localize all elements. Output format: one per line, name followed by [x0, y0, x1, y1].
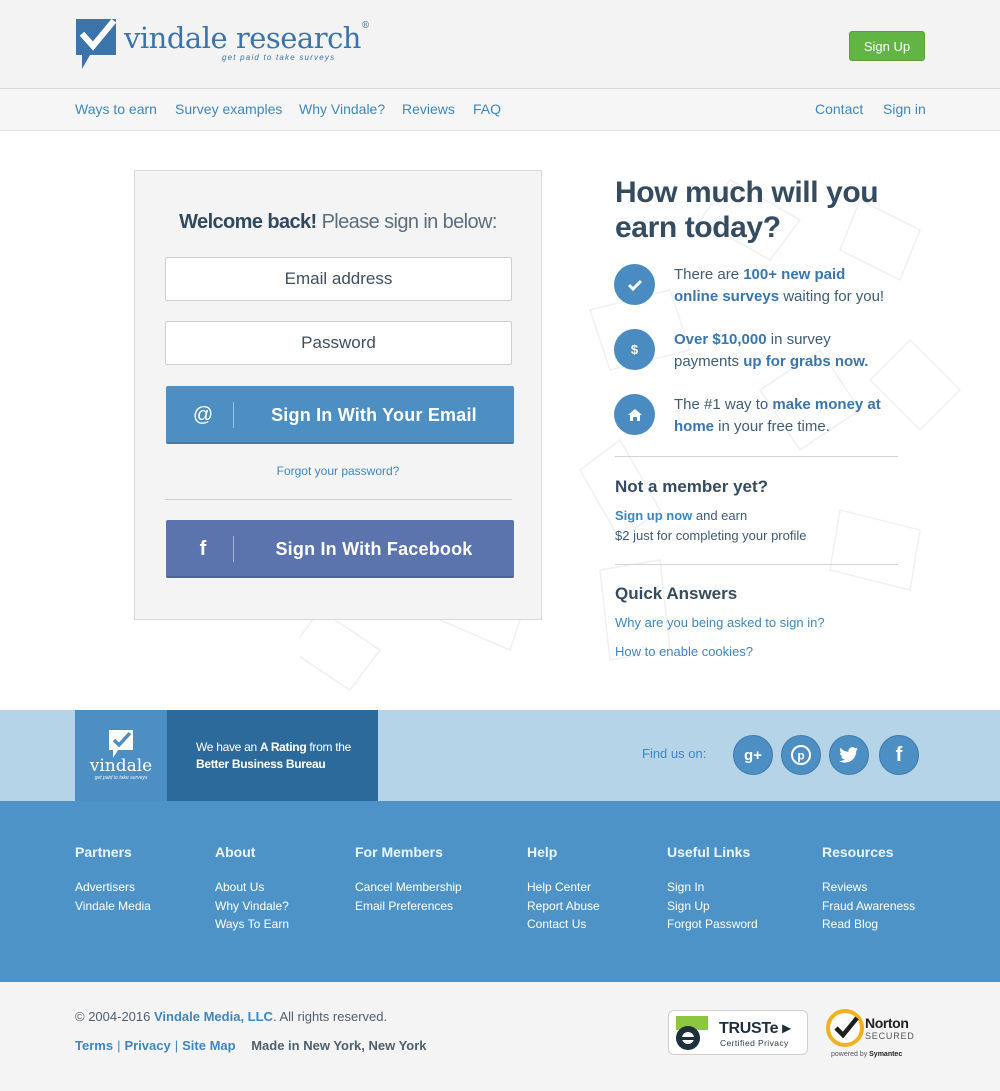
terms-link[interactable]: Terms	[75, 1038, 113, 1053]
footer-link-email-preferences[interactable]: Email Preferences	[355, 897, 462, 916]
privacy-link[interactable]: Privacy	[124, 1038, 170, 1053]
email-input[interactable]	[165, 257, 512, 301]
copyright-text: © 2004-2016 Vindale Media, LLC. All righ…	[75, 1009, 388, 1024]
footer-heading: Help	[527, 844, 558, 860]
footer-link-fraud-awareness[interactable]: Fraud Awareness	[822, 897, 915, 916]
qa-link-enable-cookies[interactable]: How to enable cookies?	[615, 644, 753, 659]
feature-surveys: There are 100+ new paid online surveys wa…	[614, 264, 934, 308]
logo-tagline: get paid to take surveys	[222, 53, 336, 62]
signin-card: Welcome back! Please sign in below: @ Si…	[134, 170, 542, 620]
pinterest-icon[interactable]: p	[781, 735, 821, 775]
nav-survey-examples[interactable]: Survey examples	[175, 101, 282, 117]
footer-link-contact-us[interactable]: Contact Us	[527, 915, 600, 934]
footer-link-why-vindale[interactable]: Why Vindale?	[215, 897, 289, 916]
nav-sign-in[interactable]: Sign in	[883, 101, 926, 117]
feature-home: The #1 way to make money at home in your …	[614, 394, 934, 438]
home-icon	[614, 394, 655, 435]
member-heading: Not a member yet?	[615, 477, 769, 496]
footer-link-sign-up[interactable]: Sign Up	[667, 897, 758, 916]
nav-faq[interactable]: FAQ	[473, 101, 501, 117]
footer-heading: Resources	[822, 844, 894, 860]
norton-secured: SECURED	[865, 1031, 915, 1041]
promo-divider	[615, 564, 898, 565]
svg-text:p: p	[797, 749, 804, 763]
google-plus-icon[interactable]: g+	[733, 735, 773, 775]
footer-col-partners: Partners Advertisers Vindale Media	[75, 844, 151, 915]
nav-reviews[interactable]: Reviews	[402, 101, 455, 117]
feature-home-text: The #1 way to make money at home in your …	[674, 396, 881, 435]
quick-answers-heading: Quick Answers	[615, 584, 738, 603]
footer-link-forgot-password[interactable]: Forgot Password	[667, 915, 758, 934]
member-text: Sign up now and earn $2 just for completi…	[615, 508, 807, 543]
check-icon	[614, 264, 655, 305]
footer-link-help-center[interactable]: Help Center	[527, 878, 600, 897]
footer-col-help: Help Help Center Report Abuse Contact Us	[527, 844, 600, 934]
main-nav: Ways to earn Survey examples Why Vindale…	[0, 89, 1000, 131]
norton-badge[interactable]: Norton SECURED powered by Symantec	[825, 1006, 925, 1064]
logo-check-icon	[76, 19, 116, 69]
footer-col-useful-links: Useful Links Sign In Sign Up Forgot Pass…	[667, 844, 758, 934]
footer-col-resources: Resources Reviews Fraud Awareness Read B…	[822, 844, 915, 934]
footer-heading: For Members	[355, 844, 443, 860]
feature-surveys-text: There are 100+ new paid online surveys wa…	[674, 266, 885, 305]
made-in-text: Made in New York, New York	[251, 1038, 427, 1053]
truste-badge[interactable]: TRUSTe ▸ Certified Privacy	[668, 1010, 808, 1055]
promo-divider	[615, 456, 898, 457]
footer-link-read-blog[interactable]: Read Blog	[822, 915, 915, 934]
footer-link-advertisers[interactable]: Advertisers	[75, 878, 151, 897]
nav-why-vindale[interactable]: Why Vindale?	[299, 101, 385, 117]
nav-contact[interactable]: Contact	[815, 101, 863, 117]
feature-payments-text: Over $10,000 in survey payments up for gr…	[674, 331, 869, 370]
signin-facebook-button[interactable]: f Sign In With Facebook	[166, 520, 514, 578]
footer-col-for-members: For Members Cancel Membership Email Pref…	[355, 844, 462, 915]
legal-links: Terms | Privacy | Site Map Made in New York,…	[75, 1038, 427, 1053]
facebook-icon[interactable]: f	[879, 735, 919, 775]
qa-link-why-sign-in[interactable]: Why are you being asked to sign in?	[615, 615, 825, 630]
card-divider	[165, 499, 512, 500]
footer-heading: Partners	[75, 844, 132, 860]
signin-facebook-label: Sign In With Facebook	[275, 538, 473, 559]
footer-link-cancel-membership[interactable]: Cancel Membership	[355, 878, 462, 897]
bbb-rating: We have an A Rating from the Better Busin…	[167, 710, 378, 801]
promo-headline: How much will you earn today?	[615, 176, 879, 244]
footer-heading: About	[215, 844, 256, 860]
site-map-link[interactable]: Site Map	[182, 1038, 235, 1053]
site-logo[interactable]: vindale research® get paid to take surve…	[76, 19, 370, 71]
truste-sub: Certified Privacy	[720, 1038, 789, 1048]
norton-powered-by: powered by Symantec	[831, 1051, 903, 1058]
norton-name: Norton	[865, 1015, 909, 1031]
twitter-icon[interactable]	[829, 735, 869, 775]
site-header: vindale research® get paid to take surve…	[0, 0, 1000, 89]
at-icon: @	[192, 403, 214, 426]
password-input[interactable]	[165, 321, 512, 365]
norton-check-icon	[826, 1009, 864, 1047]
signup-button[interactable]: Sign Up	[849, 31, 925, 61]
footer-link-vindale-media[interactable]: Vindale Media	[75, 897, 151, 916]
footer-col-about: About About Us Why Vindale? Ways To Earn	[215, 844, 289, 934]
band-logo: vindale get paid to take surveys	[75, 710, 167, 801]
feature-payments: $ Over $10,000 in survey payments up for …	[614, 329, 934, 373]
nav-ways-to-earn[interactable]: Ways to earn	[75, 101, 157, 117]
footer-link-about-us[interactable]: About Us	[215, 878, 289, 897]
company-link[interactable]: Vindale Media, LLC	[154, 1009, 273, 1024]
dollar-icon: $	[614, 329, 655, 370]
forgot-password-link[interactable]: Forgot your password?	[135, 464, 541, 478]
find-us-label: Find us on:	[642, 746, 707, 761]
truste-e-icon	[676, 1016, 708, 1050]
footer-link-sign-in[interactable]: Sign In	[667, 878, 758, 897]
logo-wordmark: vindale research®	[124, 21, 370, 55]
footer-link-ways-to-earn[interactable]: Ways To Earn	[215, 915, 289, 934]
signin-email-button[interactable]: @ Sign In With Your Email	[166, 386, 514, 444]
footer-heading: Useful Links	[667, 844, 751, 860]
site-footer: Partners Advertisers Vindale Media About…	[0, 801, 1000, 982]
signup-now-link[interactable]: Sign up now	[615, 508, 692, 523]
signin-email-label: Sign In With Your Email	[271, 404, 477, 425]
signin-welcome: Welcome back! Please sign in below:	[179, 211, 497, 233]
logo-check-icon	[109, 730, 133, 758]
footer-link-reviews[interactable]: Reviews	[822, 878, 915, 897]
facebook-f-icon: f	[199, 537, 207, 560]
truste-name: TRUSTe ▸	[719, 1020, 791, 1037]
footer-link-report-abuse[interactable]: Report Abuse	[527, 897, 600, 916]
